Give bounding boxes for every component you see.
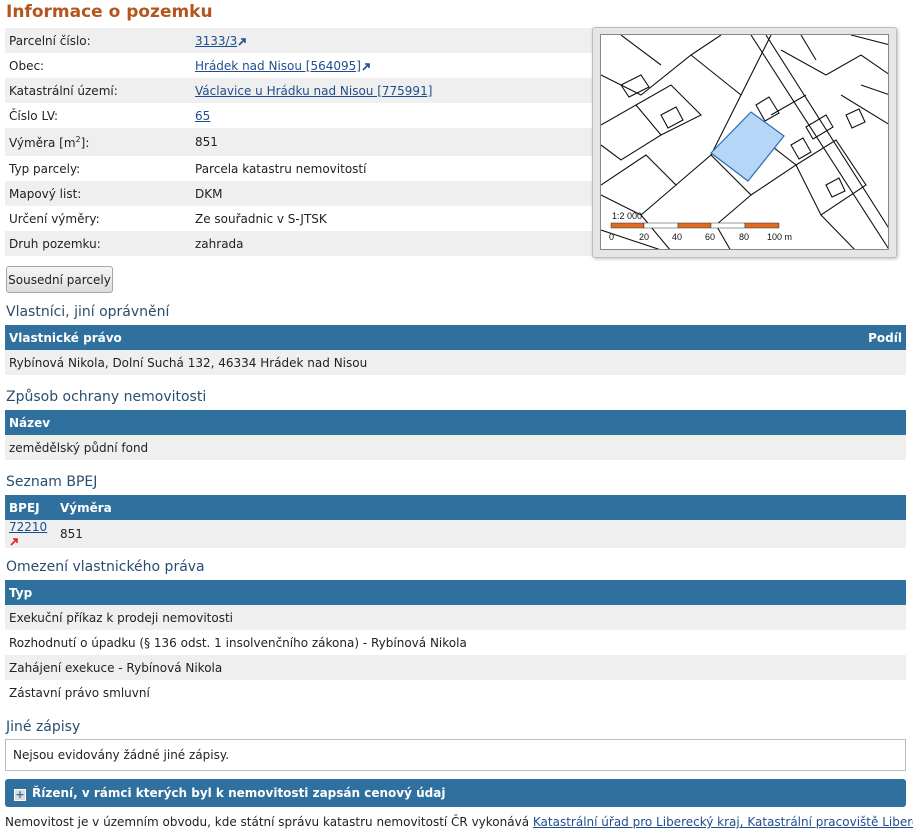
table-row: Zahájení exekuce - Rybínová Nikola bbox=[5, 655, 906, 680]
info-value: 3133/3 bbox=[191, 28, 593, 53]
footer-note: Nemovitost je v územním obvodu, kde stát… bbox=[5, 815, 913, 829]
table-row: zemědělský půdní fond bbox=[5, 435, 906, 460]
restriction-cell: Exekuční příkaz k prodeji nemovitosti bbox=[5, 605, 906, 630]
bpej-code-cell: 72210 bbox=[5, 520, 56, 548]
info-row-cadastral-area: Katastrální území: Václavice u Hrádku na… bbox=[5, 78, 593, 103]
parcel-number-link[interactable]: 3133/3 bbox=[195, 34, 237, 48]
info-value: Parcela katastru nemovitostí bbox=[191, 156, 593, 181]
bpej-section-title: Seznam BPEJ bbox=[6, 474, 98, 490]
bpej-header: BPEJ bbox=[5, 495, 56, 520]
restriction-cell: Zástavní právo smluvní bbox=[5, 680, 906, 705]
info-value: 851 bbox=[191, 128, 593, 156]
cadastral-office-link[interactable]: Katastrální úřad pro Liberecký kraj, Kat… bbox=[533, 815, 913, 829]
info-row-parcel-type: Typ parcely: Parcela katastru nemovitost… bbox=[5, 156, 593, 181]
scale-tick: 80 bbox=[739, 232, 749, 242]
cadastral-map-drawing: 1:2 000 0 20 40 60 80 100 m bbox=[601, 35, 888, 249]
scale-tick: 100 m bbox=[767, 232, 792, 242]
type-header: Typ bbox=[5, 580, 906, 605]
info-row-land-type: Druh pozemku: zahrada bbox=[5, 231, 593, 256]
other-records-box: Nejsou evidovány žádné jiné zápisy. bbox=[5, 739, 906, 771]
scale-bar bbox=[610, 222, 780, 229]
selected-parcel bbox=[710, 111, 785, 182]
info-row-parcel-number: Parcelní číslo: 3133/3 bbox=[5, 28, 593, 53]
info-label: Obec: bbox=[5, 53, 191, 78]
table-header: Typ bbox=[5, 580, 906, 605]
bpej-area-header: Výměra bbox=[56, 495, 906, 520]
info-label: Mapový list: bbox=[5, 181, 191, 206]
lv-number-link[interactable]: 65 bbox=[195, 109, 210, 123]
owner-cell: Rybínová Nikola, Dolní Suchá 132, 46334 … bbox=[5, 350, 814, 375]
info-row-map-sheet: Mapový list: DKM bbox=[5, 181, 593, 206]
parcel-info-table: Parcelní číslo: 3133/3 Obec: Hrádek nad … bbox=[5, 28, 593, 256]
share-header: Podíl bbox=[813, 325, 906, 350]
page-title: Informace o pozemku bbox=[6, 2, 213, 22]
info-label: Typ parcely: bbox=[5, 156, 191, 181]
scale-tick: 40 bbox=[672, 232, 682, 242]
scale-tick: 60 bbox=[705, 232, 715, 242]
area-label-end: ]: bbox=[80, 135, 90, 150]
info-label: Výměra [m2]: bbox=[5, 128, 191, 156]
info-row-municipality: Obec: Hrádek nad Nisou [564095] bbox=[5, 53, 593, 78]
protection-section-title: Způsob ochrany nemovitosti bbox=[6, 389, 207, 405]
owner-right-header: Vlastnické právo bbox=[5, 325, 814, 350]
info-label: Katastrální území: bbox=[5, 78, 191, 103]
bpej-table: BPEJ Výměra 72210 851 bbox=[5, 495, 906, 548]
restriction-cell: Rozhodnutí o úpadku (§ 136 odst. 1 insol… bbox=[5, 630, 906, 655]
external-link-icon[interactable] bbox=[238, 37, 247, 46]
table-row: Exekuční příkaz k prodeji nemovitosti bbox=[5, 605, 906, 630]
info-value: zahrada bbox=[191, 231, 593, 256]
restrictions-table: Typ Exekuční příkaz k prodeji nemovitost… bbox=[5, 580, 906, 705]
municipality-link[interactable]: Hrádek nad Nisou [564095] bbox=[195, 59, 361, 73]
info-value: Václavice u Hrádku nad Nisou [775991] bbox=[191, 78, 593, 103]
name-header: Název bbox=[5, 410, 906, 435]
restrictions-section-title: Omezení vlastnického práva bbox=[6, 559, 205, 575]
bpej-code-link[interactable]: 72210 bbox=[9, 520, 47, 534]
table-row: Rozhodnutí o úpadku (§ 136 odst. 1 insol… bbox=[5, 630, 906, 655]
table-row: Rybínová Nikola, Dolní Suchá 132, 46334 … bbox=[5, 350, 906, 375]
table-header: BPEJ Výměra bbox=[5, 495, 906, 520]
proceedings-label: Řízení, v rámci kterých byl k nemovitost… bbox=[32, 786, 446, 800]
parcel-map-frame[interactable]: 1:2 000 0 20 40 60 80 100 m bbox=[592, 27, 897, 258]
share-cell bbox=[813, 350, 906, 375]
info-value: Hrádek nad Nisou [564095] bbox=[191, 53, 593, 78]
parcel-map[interactable]: 1:2 000 0 20 40 60 80 100 m bbox=[600, 34, 889, 250]
info-value: DKM bbox=[191, 181, 593, 206]
table-row: 72210 851 bbox=[5, 520, 906, 548]
proceedings-expander[interactable]: + Řízení, v rámci kterých byl k nemovitos… bbox=[5, 779, 906, 807]
other-records-section-title: Jiné zápisy bbox=[6, 719, 81, 735]
external-link-icon[interactable] bbox=[10, 537, 19, 546]
info-label: Parcelní číslo: bbox=[5, 28, 191, 53]
owners-table: Vlastnické právo Podíl Rybínová Nikola, … bbox=[5, 325, 906, 375]
scale-tick: 0 bbox=[609, 232, 614, 242]
info-value: Ze souřadnic v S-JTSK bbox=[191, 206, 593, 231]
info-row-area-determination: Určení výměry: Ze souřadnic v S-JTSK bbox=[5, 206, 593, 231]
table-row: Zástavní právo smluvní bbox=[5, 680, 906, 705]
expand-plus-icon[interactable]: + bbox=[14, 789, 26, 801]
bpej-area-cell: 851 bbox=[56, 520, 906, 548]
external-link-icon[interactable] bbox=[362, 62, 371, 71]
cadastral-area-link[interactable]: Václavice u Hrádku nad Nisou [775991] bbox=[195, 84, 432, 98]
table-header: Vlastnické právo Podíl bbox=[5, 325, 906, 350]
scale-tick: 20 bbox=[639, 232, 649, 242]
info-label: Číslo LV: bbox=[5, 103, 191, 128]
info-value: 65 bbox=[191, 103, 593, 128]
map-scale-label: 1:2 000 bbox=[612, 211, 642, 221]
footer-text: Nemovitost je v územním obvodu, kde stát… bbox=[5, 815, 533, 829]
restriction-cell: Zahájení exekuce - Rybínová Nikola bbox=[5, 655, 906, 680]
protection-cell: zemědělský půdní fond bbox=[5, 435, 906, 460]
info-row-lv-number: Číslo LV: 65 bbox=[5, 103, 593, 128]
neighbor-parcels-button[interactable]: Sousední parcely bbox=[6, 266, 113, 293]
info-row-area: Výměra [m2]: 851 bbox=[5, 128, 593, 156]
table-header: Název bbox=[5, 410, 906, 435]
protection-table: Název zemědělský půdní fond bbox=[5, 410, 906, 460]
info-label: Druh pozemku: bbox=[5, 231, 191, 256]
area-label-main: Výměra [m bbox=[9, 135, 76, 150]
info-label: Určení výměry: bbox=[5, 206, 191, 231]
owners-section-title: Vlastníci, jiní oprávnění bbox=[6, 304, 170, 320]
